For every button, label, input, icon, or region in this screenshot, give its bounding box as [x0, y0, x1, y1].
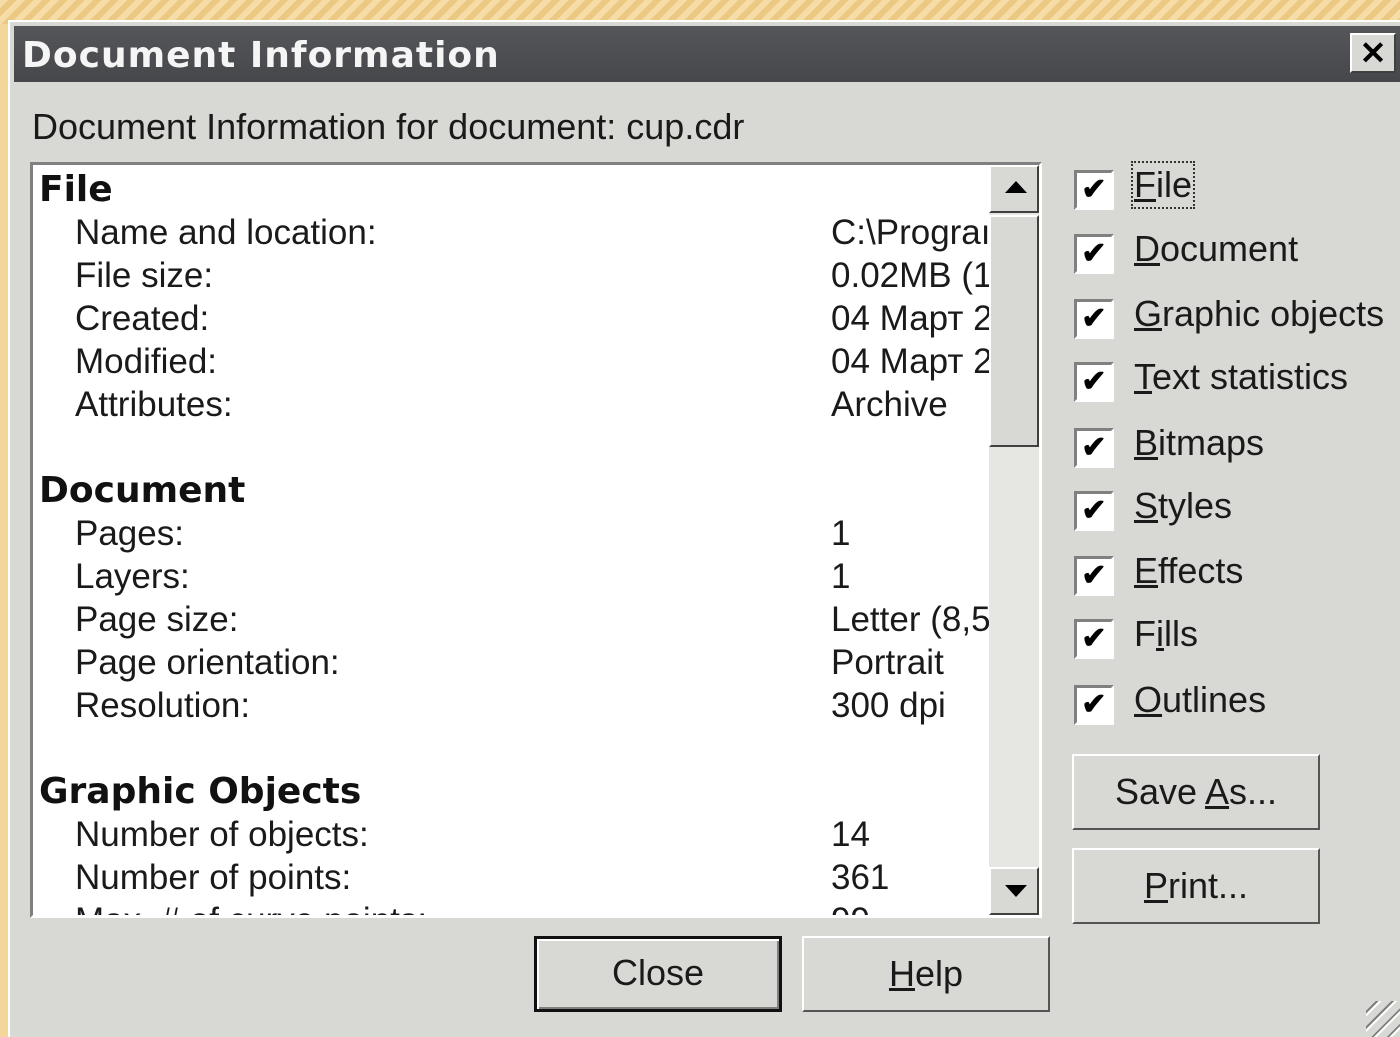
row-label: Max. # of curve points:	[75, 901, 427, 915]
row-value: 300 dpi	[831, 686, 946, 725]
title-bar[interactable]: Document Information ✕	[14, 26, 1400, 82]
row-label: Modified:	[75, 342, 218, 381]
row-value: 04 Март 2	[831, 342, 991, 381]
checkbox-label: Graphic objects	[1134, 293, 1385, 334]
vertical-scrollbar[interactable]	[989, 165, 1039, 915]
checkbox-label: File	[1130, 161, 1196, 209]
document-information-dialog: Document Information ✕ Document Informat…	[8, 20, 1400, 1037]
checkmark-icon[interactable]: ✔	[1074, 428, 1114, 468]
checkbox-label: Document	[1134, 228, 1299, 269]
close-window-button[interactable]: ✕	[1350, 33, 1396, 73]
section-heading-document: Document	[39, 470, 246, 511]
checkmark-icon[interactable]: ✔	[1074, 362, 1114, 402]
checkbox-label: Effects	[1134, 550, 1244, 591]
row-value: 04 Март 2	[831, 299, 991, 338]
row-value: C:\Prograı	[831, 213, 991, 252]
row-value: 14	[831, 815, 870, 854]
scroll-thumb[interactable]	[989, 215, 1039, 447]
checkbox-label: Outlines	[1134, 679, 1267, 720]
row-label: Name and location:	[75, 213, 377, 252]
checkmark-icon[interactable]: ✔	[1074, 491, 1114, 531]
row-value: 1	[831, 557, 851, 596]
checkbox-label: Fills	[1134, 613, 1198, 654]
checkmark-icon[interactable]: ✔	[1074, 299, 1114, 339]
checkmark-icon[interactable]: ✔	[1074, 685, 1114, 725]
scroll-up-button[interactable]	[989, 165, 1039, 213]
row-label: Number of points:	[75, 858, 352, 897]
checkbox-label: Bitmaps	[1134, 422, 1265, 463]
row-label: Created:	[75, 299, 210, 338]
scroll-down-button[interactable]	[989, 867, 1039, 915]
document-info-caption: Document Information for document: cup.c…	[32, 106, 745, 147]
row-label: Attributes:	[75, 385, 233, 424]
close-button[interactable]: Close	[534, 936, 782, 1012]
row-value: 99	[831, 901, 991, 915]
row-value: 361	[831, 858, 890, 897]
checkbox-label: Styles	[1134, 485, 1233, 526]
arrow-up-icon	[1005, 181, 1027, 193]
row-label: Layers:	[75, 557, 190, 596]
row-value: 0.02MB (1	[831, 256, 991, 295]
checkmark-icon[interactable]: ✔	[1074, 619, 1114, 659]
save-as-button[interactable]: Save As...	[1072, 754, 1320, 830]
row-label: File size:	[75, 256, 214, 295]
help-button[interactable]: Help	[802, 936, 1050, 1012]
checkbox-label: Text statistics	[1134, 356, 1349, 397]
section-heading-graphic-objects: Graphic Objects	[39, 771, 362, 812]
row-label: Number of objects:	[75, 815, 369, 854]
row-value: 1	[831, 514, 851, 553]
info-list[interactable]: File Name and location: C:\Prograı File …	[30, 162, 1042, 918]
row-label: Pages:	[75, 514, 184, 553]
window-title: Document Information	[22, 35, 500, 76]
row-value: Letter (8,5	[831, 600, 991, 639]
arrow-down-icon	[1005, 885, 1027, 897]
checkmark-icon[interactable]: ✔	[1074, 556, 1114, 596]
checkmark-icon[interactable]: ✔	[1074, 234, 1114, 274]
print-button[interactable]: Print...	[1072, 848, 1320, 924]
section-heading-file: File	[39, 169, 113, 210]
close-icon: ✕	[1359, 35, 1387, 71]
row-label: Page orientation:	[75, 643, 340, 682]
row-value: Portrait	[831, 643, 944, 682]
row-label: Resolution:	[75, 686, 251, 725]
row-label: Page size:	[75, 600, 239, 639]
row-value: Archive	[831, 385, 948, 424]
checkmark-icon[interactable]: ✔	[1074, 170, 1114, 210]
resize-grip-icon[interactable]	[1366, 1001, 1400, 1037]
